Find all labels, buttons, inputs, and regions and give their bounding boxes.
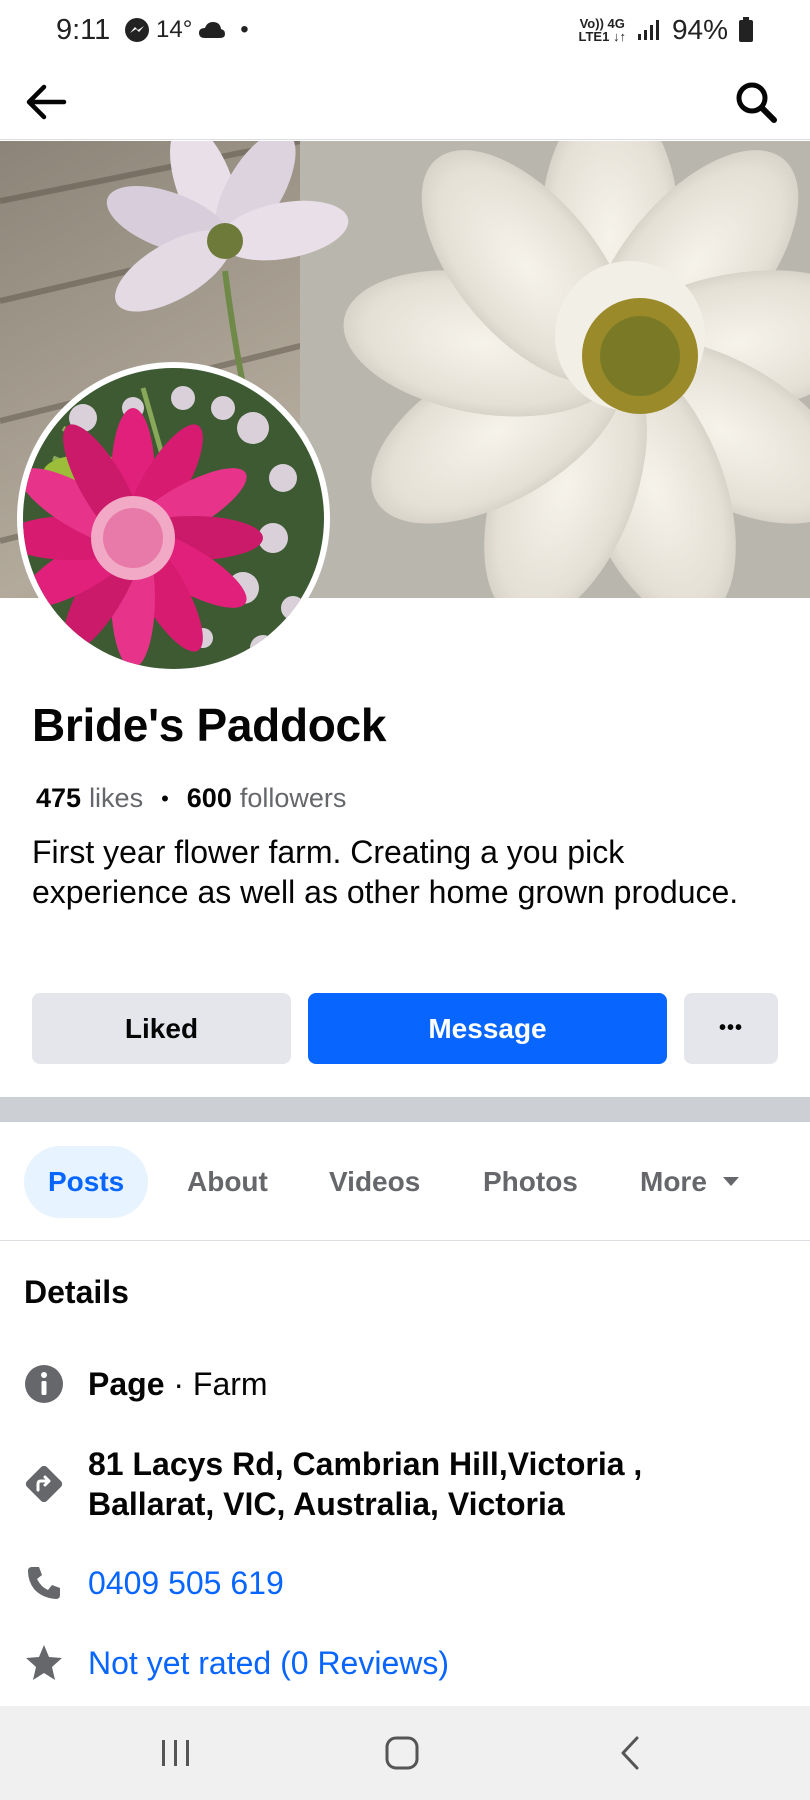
details-heading: Details [24, 1274, 129, 1310]
recent-apps-button[interactable] [146, 1728, 206, 1778]
directions-icon [24, 1464, 64, 1504]
tab-more[interactable]: More [640, 1146, 741, 1218]
page-stats: 475 likes • 600 followers [36, 783, 346, 814]
more-options-button[interactable]: ••• [684, 993, 778, 1064]
message-button[interactable]: Message [308, 993, 667, 1064]
recent-apps-icon [162, 1740, 189, 1766]
network-indicator: Vo)) 4G LTE1 ↓↑ [579, 17, 626, 43]
search-icon [736, 82, 777, 123]
temperature-text: 14° [156, 16, 193, 43]
system-nav-bar [0, 1706, 810, 1800]
battery-percent: 94% [671, 14, 728, 45]
tab-videos-label: Videos [329, 1166, 421, 1197]
address-text: 81 Lacys Rd, Cambrian Hill,Victoria , Ba… [88, 1444, 642, 1524]
page-type-separator: · [164, 1366, 193, 1402]
message-button-label: Message [428, 1012, 547, 1044]
tab-about-label: About [187, 1166, 268, 1197]
cloud-icon [199, 22, 226, 38]
stats-separator: • [161, 785, 169, 811]
status-notification-icons: 14° • [124, 16, 249, 44]
bio-line-1: First year flower farm. Creating a you p… [32, 834, 625, 870]
phone-icon [24, 1563, 64, 1603]
system-back-button[interactable] [600, 1728, 660, 1778]
avatar-protea-image [23, 368, 324, 669]
tab-about[interactable]: About [187, 1146, 268, 1218]
ellipsis-icon: ••• [718, 1017, 743, 1039]
signal-icon [637, 20, 659, 40]
home-icon [385, 1736, 419, 1770]
tab-videos[interactable]: Videos [329, 1146, 420, 1218]
star-icon [24, 1643, 64, 1683]
section-divider [0, 1097, 810, 1122]
home-button[interactable] [372, 1728, 432, 1778]
status-bar: 9:11 14° • Vo)) 4G LTE1 ↓↑ 94% [0, 0, 810, 64]
tab-photos-label: Photos [483, 1166, 578, 1197]
app-bar [0, 64, 810, 140]
address-line-1: 81 Lacys Rd, Cambrian Hill,Victoria , [88, 1446, 643, 1482]
info-icon [24, 1364, 64, 1404]
bio-line-2: experience as well as other home grown p… [32, 874, 739, 910]
caret-down-icon [722, 1177, 739, 1186]
rating-link[interactable]: Not yet rated (0 Reviews) [88, 1643, 449, 1683]
page-title: Bride's Paddock [32, 699, 387, 751]
profile-tabs: Posts About Videos Photos More [0, 1122, 810, 1241]
messenger-icon [125, 18, 149, 42]
profile-avatar[interactable] [17, 362, 330, 675]
page-bio: First year flower farm. Creating a you p… [32, 832, 792, 912]
followers-label[interactable]: followers [240, 783, 347, 814]
page-type-label: Page [88, 1366, 165, 1402]
status-system-icons: Vo)) 4G LTE1 ↓↑ 94% [579, 14, 754, 46]
tab-posts[interactable]: Posts [24, 1146, 149, 1218]
liked-button[interactable]: Liked [32, 993, 291, 1064]
battery-icon [739, 17, 753, 42]
likes-label[interactable]: likes [89, 783, 143, 814]
tab-more-label: More [640, 1166, 707, 1197]
liked-button-label: Liked [124, 1012, 199, 1044]
page-type-text: Page · Farm [88, 1364, 268, 1404]
back-button[interactable] [14, 70, 78, 134]
search-button[interactable] [724, 70, 788, 134]
followers-count: 600 [186, 783, 232, 813]
tab-posts-label: Posts [48, 1166, 125, 1197]
notification-dot: • [240, 16, 249, 43]
likes-count: 475 [36, 783, 82, 813]
network-sub: LTE1 ↓↑ [578, 29, 626, 44]
avatar-image-frame [23, 368, 324, 669]
chevron-left-icon [621, 1736, 639, 1770]
page-category: Farm [192, 1366, 268, 1402]
arrow-left-icon [26, 84, 67, 120]
status-time: 9:11 [56, 14, 111, 46]
phone-link[interactable]: 0409 505 619 [88, 1563, 284, 1603]
address-line-2: Ballarat, VIC, Australia, Victoria [88, 1486, 565, 1522]
tab-photos[interactable]: Photos [483, 1146, 578, 1218]
